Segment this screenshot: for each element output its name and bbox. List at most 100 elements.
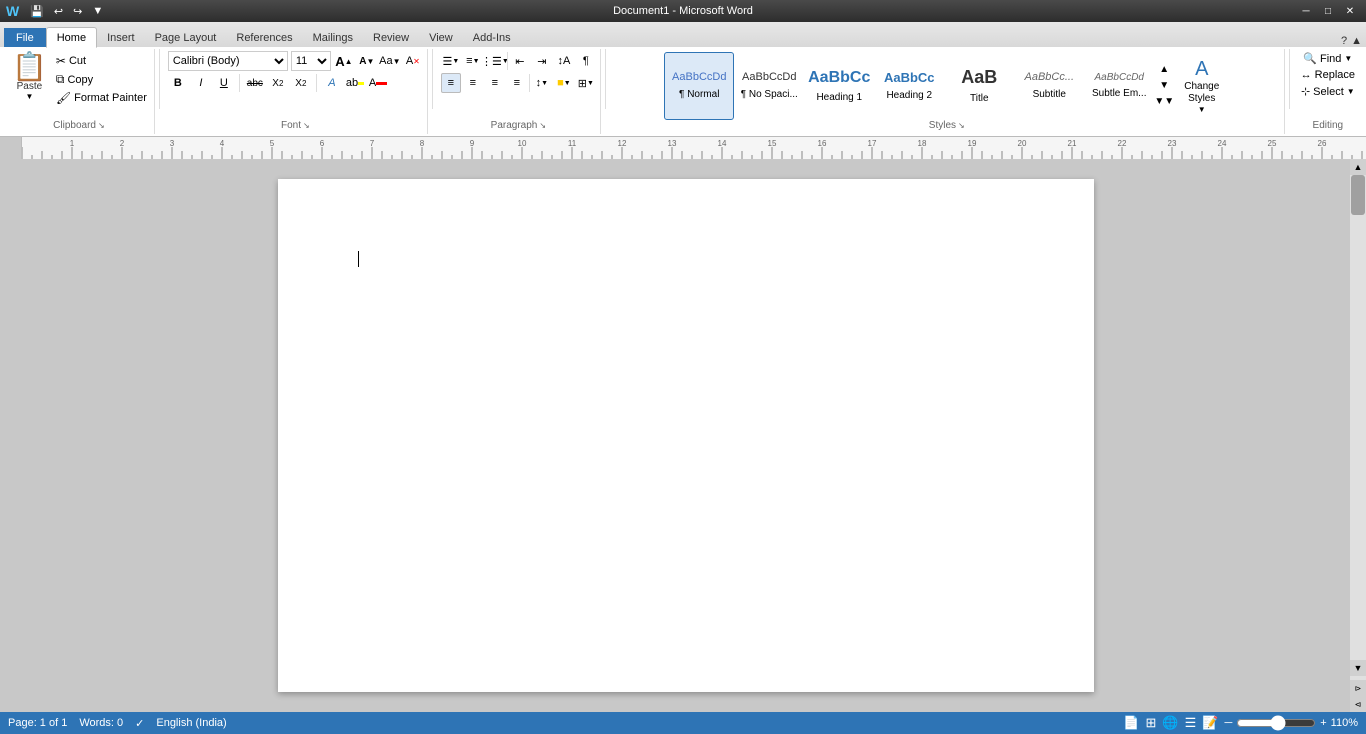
zoom-slider[interactable] <box>1236 715 1316 731</box>
replace-button[interactable]: ↔ Replace <box>1298 68 1358 82</box>
view-web-btn[interactable]: 🌐 <box>1162 715 1178 731</box>
styles-scroll-down[interactable]: ▼ <box>1156 78 1172 94</box>
scissors-icon: ✂ <box>56 54 66 68</box>
scroll-prev-page-btn[interactable]: ⊳ <box>1350 680 1366 696</box>
bullets-btn[interactable]: ☰▼ <box>441 51 461 71</box>
tab-addins[interactable]: Add-Ins <box>463 28 521 47</box>
highlight-btn[interactable]: ab <box>345 73 365 93</box>
justify-btn[interactable]: ≡ <box>507 73 527 93</box>
zoom-level[interactable]: 110% <box>1331 717 1358 729</box>
spell-check-icon[interactable]: ✓ <box>135 717 144 730</box>
shading-btn[interactable]: ■▼ <box>554 73 574 93</box>
style-subtitle[interactable]: AaBbCc... Subtitle <box>1014 52 1084 120</box>
separator2 <box>432 49 433 109</box>
style-heading2[interactable]: AaBbCc Heading 2 <box>874 52 944 120</box>
copy-button[interactable]: ⧉ Copy <box>53 71 150 88</box>
font-name-select[interactable]: Calibri (Body) <box>168 51 288 71</box>
styles-scroll-up[interactable]: ▲ <box>1156 62 1172 78</box>
underline-btn[interactable]: U <box>214 73 234 93</box>
style-no-spacing[interactable]: AaBbCcDd ¶ No Spaci... <box>734 52 804 120</box>
view-outline-btn[interactable]: ☰ <box>1185 715 1197 731</box>
superscript-btn[interactable]: X2 <box>291 73 311 93</box>
view-normal-btn[interactable]: 📄 <box>1123 715 1139 731</box>
minimize-btn[interactable]: ─ <box>1296 3 1316 19</box>
view-draft-btn[interactable]: 📝 <box>1202 715 1218 731</box>
select-button[interactable]: ⊹ Select ▼ <box>1298 84 1358 99</box>
clear-format-btn[interactable]: A✕ <box>403 51 423 71</box>
style-title[interactable]: AaB Title <box>944 52 1014 120</box>
text-effects-btn[interactable]: A <box>322 73 342 93</box>
strikethrough-btn[interactable]: abc <box>245 73 265 93</box>
restore-btn[interactable]: □ <box>1318 3 1338 19</box>
show-marks-btn[interactable]: ¶ <box>576 51 596 71</box>
view-full-screen-btn[interactable]: ⊞ <box>1146 715 1157 731</box>
format-painter-button[interactable]: 🖌 Format Painter <box>53 90 150 106</box>
increase-indent-btn[interactable]: ⇥ <box>532 51 552 71</box>
document-scroll[interactable] <box>22 159 1350 712</box>
style-normal[interactable]: AaBbCcDd ¶ Normal <box>664 52 734 120</box>
style-heading1[interactable]: AaBbCc Heading 1 <box>804 52 874 120</box>
shrink-font-btn[interactable]: A▼ <box>357 51 377 71</box>
zoom-out-btn[interactable]: ─ <box>1224 717 1232 729</box>
close-btn[interactable]: ✕ <box>1340 3 1360 19</box>
tab-mailings[interactable]: Mailings <box>303 28 363 47</box>
scroll-thumb[interactable] <box>1351 175 1365 215</box>
align-left-btn[interactable]: ≡ <box>441 73 461 93</box>
highlight-icon: ab <box>346 77 358 89</box>
tab-review[interactable]: Review <box>363 28 419 47</box>
paste-button[interactable]: 📋 Paste ▼ <box>8 51 51 103</box>
page-info[interactable]: Page: 1 of 1 <box>8 717 67 729</box>
tab-insert[interactable]: Insert <box>97 28 145 47</box>
decrease-indent-btn[interactable]: ⇤ <box>510 51 530 71</box>
scroll-track[interactable] <box>1350 175 1366 660</box>
align-right-btn[interactable]: ≡ <box>485 73 505 93</box>
borders-btn[interactable]: ⊞▼ <box>576 73 596 93</box>
tab-file[interactable]: File <box>4 28 46 47</box>
tab-page-layout[interactable]: Page Layout <box>145 28 227 47</box>
para-list-row: ☰▼ ≡▼ ⋮☰▼ ⇤ ⇥ ↕A ¶ <box>441 51 596 71</box>
cut-button[interactable]: ✂ Cut <box>53 53 150 69</box>
language-indicator[interactable]: English (India) <box>156 717 226 729</box>
document-page[interactable] <box>278 179 1094 692</box>
align-center-btn[interactable]: ≡ <box>463 73 483 93</box>
ribbon-toggle-btn[interactable]: ▲ <box>1351 35 1362 47</box>
tab-view[interactable]: View <box>419 28 463 47</box>
sort-btn[interactable]: ↕A <box>554 51 574 71</box>
h1-preview: AaBbCc <box>808 68 870 87</box>
editing-group: 🔍 Find ▼ ↔ Replace ⊹ Select ▼ Editing <box>1294 49 1362 134</box>
undo-qa-btn[interactable]: ↩ <box>51 4 66 19</box>
subscript-btn[interactable]: X2 <box>268 73 288 93</box>
font-size-select[interactable]: 11 <box>291 51 331 71</box>
styles-expand-btn[interactable]: ↘ <box>958 121 965 130</box>
italic-btn[interactable]: I <box>191 73 211 93</box>
zoom-in-btn[interactable]: + <box>1320 717 1326 729</box>
tab-home[interactable]: Home <box>46 27 97 48</box>
save-qa-btn[interactable]: 💾 <box>27 4 47 19</box>
change-styles-button[interactable]: A ChangeStyles ▼ <box>1174 54 1229 118</box>
tab-references[interactable]: References <box>226 28 302 47</box>
style-subtle-em[interactable]: AaBbCcDd Subtle Em... <box>1084 52 1154 120</box>
customize-qa-btn[interactable]: ▼ <box>89 4 106 18</box>
grow-font-btn[interactable]: A▲ <box>334 51 354 71</box>
scroll-next-page-btn[interactable]: ⊲ <box>1350 696 1366 712</box>
scroll-up-btn[interactable]: ▲ <box>1350 159 1366 175</box>
scroll-down-btn[interactable]: ▼ <box>1350 660 1366 676</box>
line-spacing-btn[interactable]: ↕▼ <box>532 73 552 93</box>
redo-qa-btn[interactable]: ↪ <box>70 4 85 19</box>
multilevel-list-btn[interactable]: ⋮☰▼ <box>485 51 505 71</box>
font-color-btn[interactable]: A <box>368 73 388 93</box>
styles-open-btn[interactable]: ▼▼ <box>1156 94 1172 110</box>
svg-text:26: 26 <box>1318 139 1327 148</box>
numbering-btn[interactable]: ≡▼ <box>463 51 483 71</box>
paragraph-expand-btn[interactable]: ↘ <box>539 121 546 130</box>
help-btn[interactable]: ? <box>1341 35 1347 47</box>
word-count[interactable]: Words: 0 <box>79 717 123 729</box>
paste-label: Paste <box>17 81 43 92</box>
find-button[interactable]: 🔍 Find ▼ <box>1300 51 1355 66</box>
clipboard-expand-btn[interactable]: ↘ <box>98 121 105 130</box>
change-case-btn[interactable]: Aa▼ <box>380 51 400 71</box>
font-expand-btn[interactable]: ↘ <box>303 121 310 130</box>
font-sep <box>239 74 240 92</box>
bold-btn[interactable]: B <box>168 73 188 93</box>
paragraph-group-label: Paragraph ↘ <box>441 120 596 132</box>
